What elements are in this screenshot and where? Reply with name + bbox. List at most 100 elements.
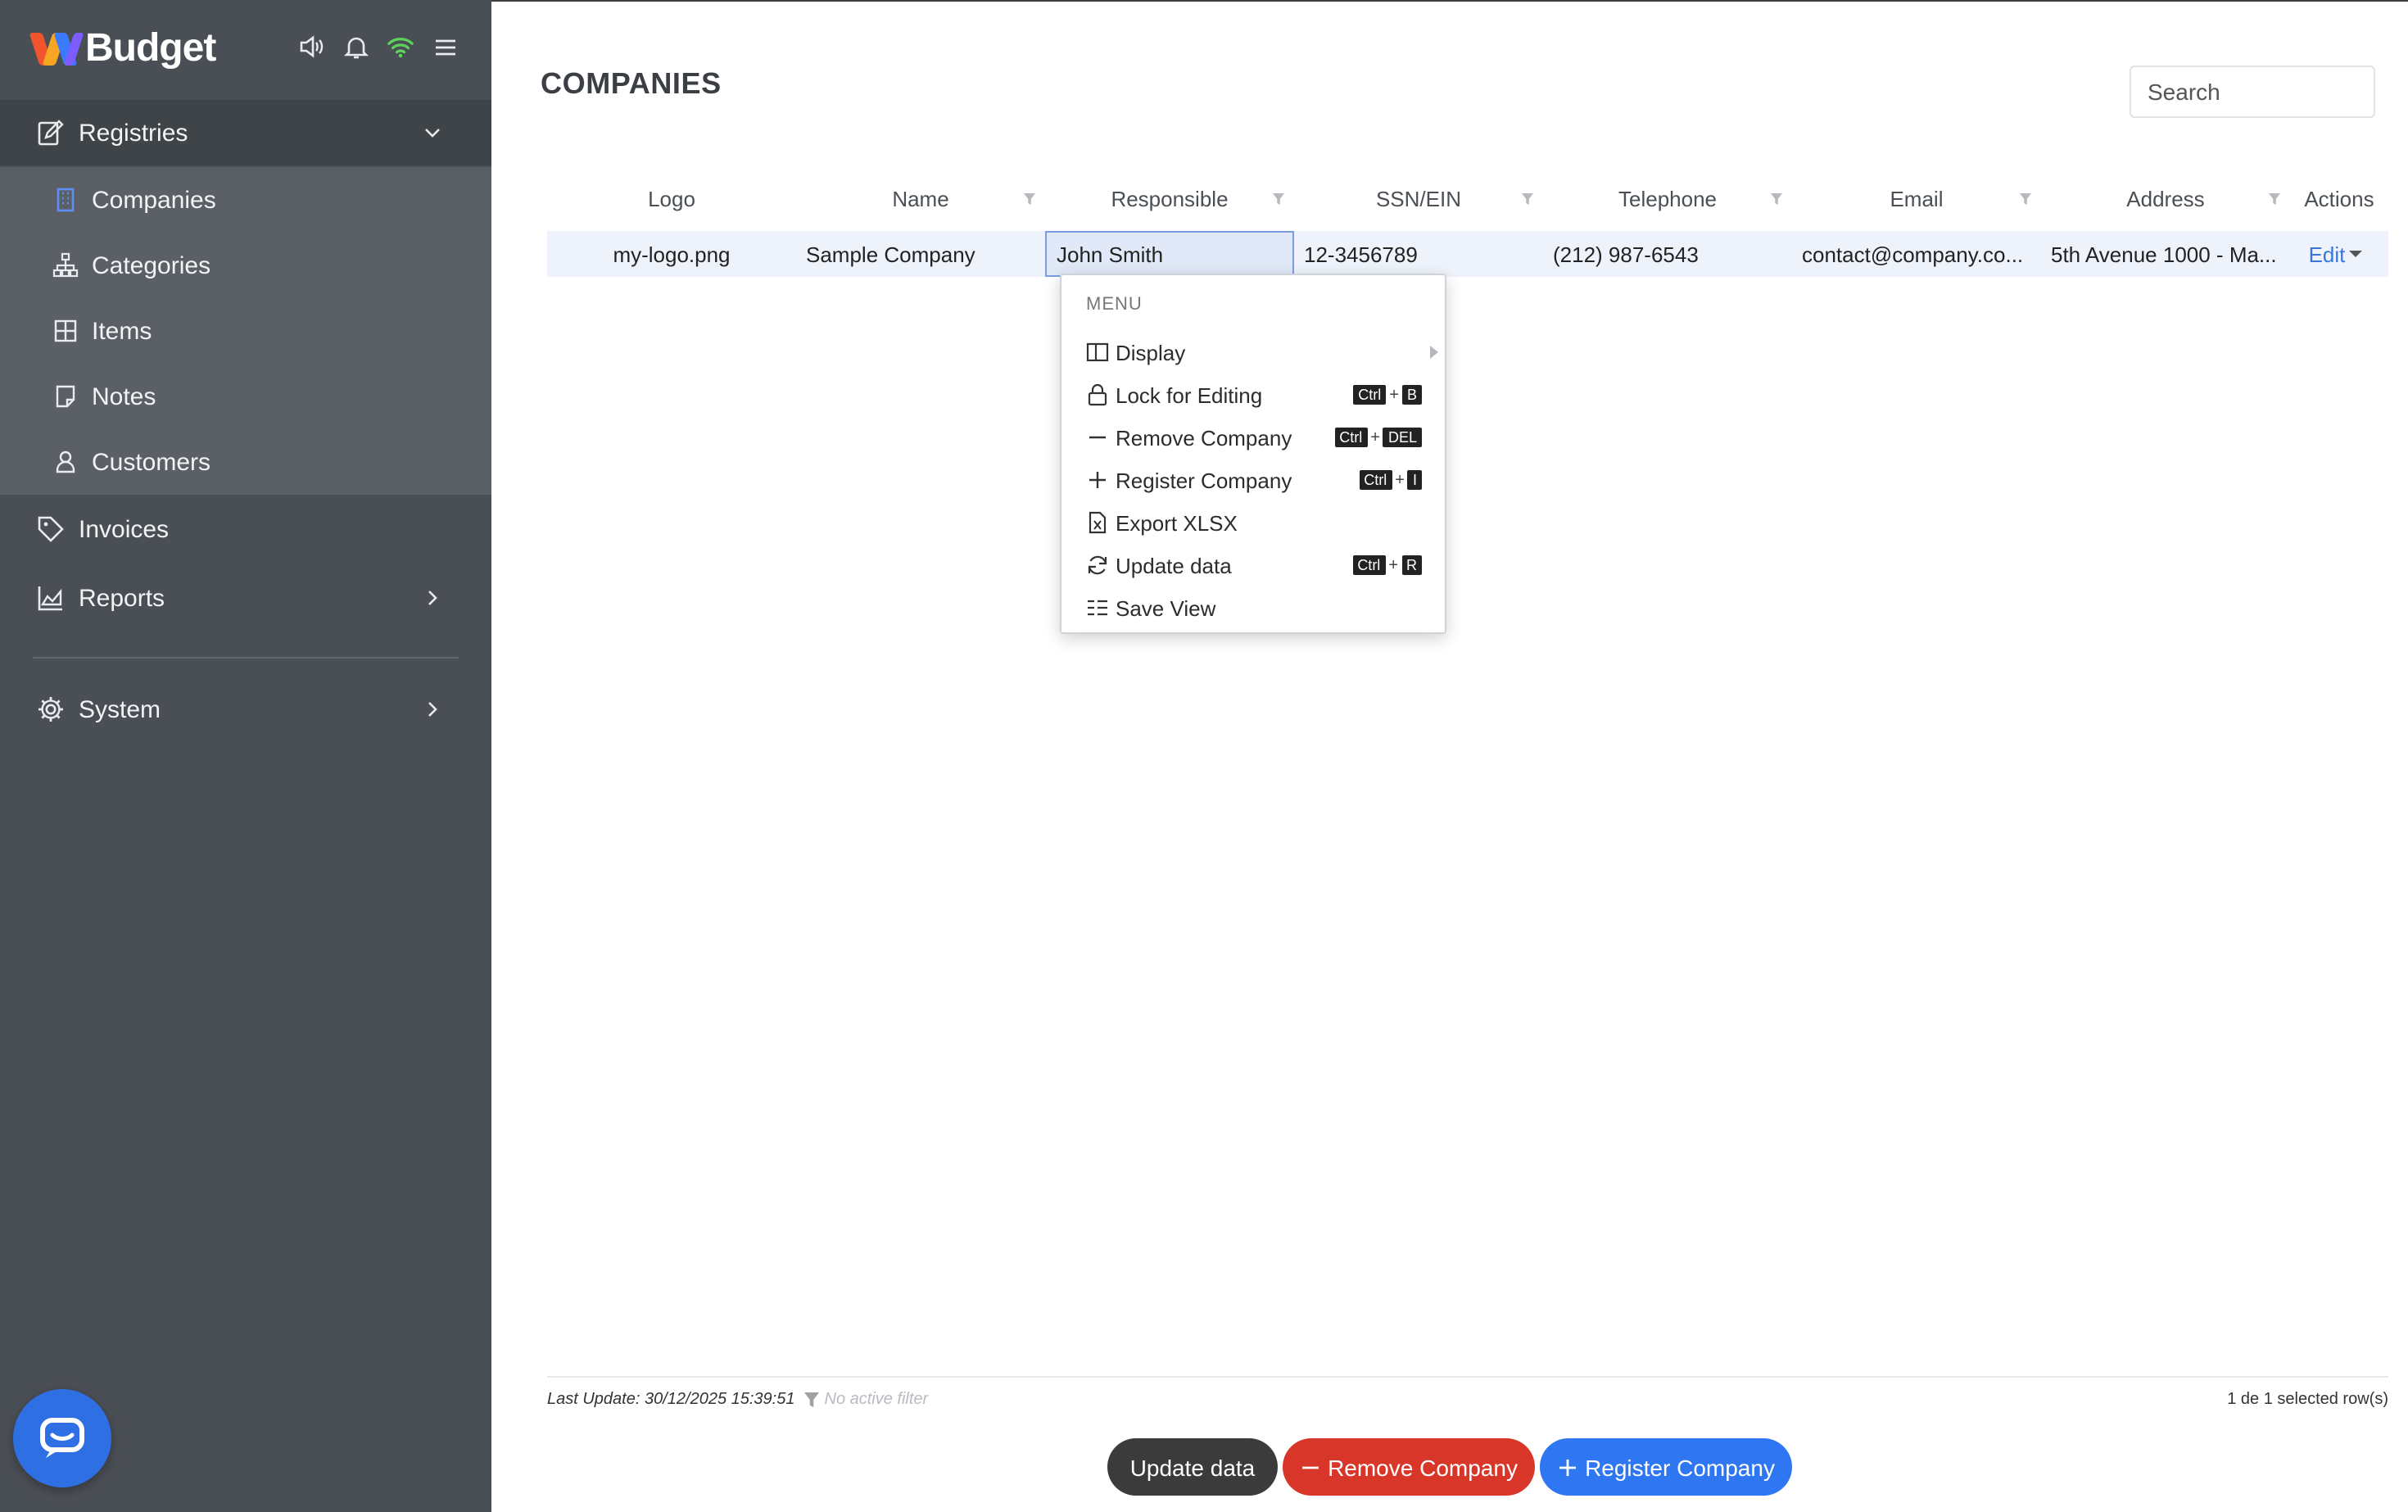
cell-telephone[interactable]: (212) 987-6543 (1543, 231, 1792, 277)
nav-registries[interactable]: Registries (0, 100, 491, 165)
plus-icon (1559, 1459, 1576, 1475)
brand-logo[interactable]: Budget (29, 26, 216, 72)
menu-item-label: Remove Company (1116, 425, 1292, 450)
sidebar-item-notes[interactable]: Notes (0, 364, 491, 429)
row-dropdown-caret-icon[interactable] (2349, 251, 2362, 257)
main-content: COMPANIES Logo Name Responsible SSN/EIN … (491, 0, 2408, 1512)
cell-address[interactable]: 5th Avenue 1000 - Ma... (2041, 231, 2290, 277)
nav-reports[interactable]: Reports (0, 565, 491, 631)
sidebar-item-label: Companies (92, 186, 216, 214)
menu-item-remove-company[interactable]: Remove Company Ctrl + DEL (1061, 416, 1448, 459)
cell-ssn[interactable]: 12-3456789 (1294, 231, 1543, 277)
filter-icon[interactable] (2020, 193, 2031, 205)
minus-icon (1301, 1465, 1319, 1469)
sidebar-item-companies[interactable]: Companies (0, 167, 491, 233)
sidebar-item-items[interactable]: Items (0, 298, 491, 364)
menu-item-label: Register Company (1116, 468, 1292, 492)
list-view-icon (1088, 600, 1107, 616)
edit-document-icon (38, 120, 64, 146)
user-icon (56, 450, 75, 473)
registries-submenu: Companies Categories Items Notes Custome… (0, 167, 491, 495)
grid-icon (54, 319, 77, 342)
column-header-label: Logo (648, 186, 695, 211)
excel-file-icon (1089, 511, 1107, 534)
keyboard-shortcut: Ctrl + I (1359, 470, 1422, 490)
top-icon-bar (298, 33, 459, 61)
column-header-label: Name (892, 186, 949, 211)
filter-icon[interactable] (1024, 193, 1035, 205)
speaker-icon[interactable] (298, 33, 326, 61)
cell-email[interactable]: contact@company.co... (1792, 231, 2041, 277)
submenu-arrow-icon (1430, 346, 1438, 359)
keyboard-shortcut: Ctrl + DEL (1334, 428, 1422, 447)
menu-item-register-company[interactable]: Register Company Ctrl + I (1061, 459, 1448, 501)
menu-item-display[interactable]: Display (1061, 331, 1448, 373)
footer-divider (547, 1376, 2388, 1378)
remove-company-label: Remove Company (1328, 1454, 1518, 1480)
filter-icon[interactable] (1522, 193, 1533, 205)
sidebar-item-categories[interactable]: Categories (0, 233, 491, 298)
cell-responsible-selected[interactable]: John Smith (1045, 231, 1294, 277)
plus-icon (1089, 472, 1106, 488)
filter-icon[interactable] (1771, 193, 1782, 205)
register-company-button[interactable]: Register Company (1540, 1438, 1792, 1496)
brand-name: Budget (85, 26, 216, 70)
column-header-ssn[interactable]: SSN/EIN (1294, 175, 1543, 221)
menu-item-label: Export XLSX (1116, 510, 1238, 535)
table-row[interactable]: my-logo.png Sample Company John Smith 12… (547, 231, 2388, 277)
lock-icon (1088, 383, 1107, 406)
sidebar-item-label: Notes (92, 383, 156, 410)
wifi-icon[interactable] (387, 33, 414, 61)
column-header-address[interactable]: Address (2041, 175, 2290, 221)
menu-item-export-xlsx[interactable]: Export XLSX (1061, 501, 1448, 544)
column-header-label: Address (2126, 186, 2205, 211)
sidebar-divider (33, 657, 459, 659)
nav-system[interactable]: System (0, 677, 491, 742)
cell-name[interactable]: Sample Company (796, 231, 1045, 277)
logo-mark-icon (29, 29, 84, 69)
bell-icon[interactable] (342, 33, 370, 61)
chat-support-button[interactable] (13, 1389, 111, 1487)
nav-registries-label: Registries (79, 119, 188, 147)
filter-status-text: No active filter (824, 1391, 929, 1409)
edit-link[interactable]: Edit (2309, 242, 2346, 266)
filter-icon[interactable] (2269, 193, 2280, 205)
chevron-right-icon (428, 702, 437, 717)
remove-company-button[interactable]: Remove Company (1283, 1438, 1535, 1496)
menu-item-lock-for-editing[interactable]: Lock for Editing Ctrl + B (1061, 373, 1448, 416)
nav-invoices-label: Invoices (79, 515, 170, 543)
chevron-down-icon (425, 129, 440, 138)
column-header-name[interactable]: Name (796, 175, 1045, 221)
gear-icon (38, 697, 63, 722)
column-header-telephone[interactable]: Telephone (1543, 175, 1792, 221)
note-icon (56, 385, 75, 408)
filter-status: No active filter (804, 1391, 929, 1409)
context-menu: MENU Display Lock for Editing Ctrl + B Rem… (1060, 274, 1446, 634)
building-icon (57, 188, 75, 212)
column-header-responsible[interactable]: Responsible (1045, 175, 1294, 221)
sidebar-item-label: Categories (92, 251, 211, 279)
nav-invoices[interactable]: Invoices (0, 496, 491, 562)
tag-icon (38, 516, 64, 542)
cell-logo[interactable]: my-logo.png (547, 231, 796, 277)
minus-icon (1089, 436, 1106, 439)
menu-item-label: Update data (1116, 553, 1232, 577)
menu-item-save-view[interactable]: Save View (1061, 586, 1448, 629)
column-header-email[interactable]: Email (1792, 175, 2041, 221)
column-header-label: Email (1890, 186, 1944, 211)
column-header-label: Responsible (1111, 186, 1229, 211)
last-update-text: Last Update: 30/12/2025 15:39:51 (547, 1391, 795, 1409)
sidebar-item-label: Items (92, 317, 152, 345)
page-title: COMPANIES (541, 67, 722, 100)
nav-system-label: System (79, 695, 161, 723)
menu-item-update-data[interactable]: Update data Ctrl + R (1061, 544, 1448, 586)
menu-item-label: Display (1116, 340, 1186, 364)
filter-icon[interactable] (1273, 193, 1284, 205)
nav-reports-label: Reports (79, 584, 165, 612)
column-header-logo[interactable]: Logo (547, 175, 796, 221)
hamburger-menu-icon[interactable] (431, 33, 459, 61)
update-data-button[interactable]: Update data (1107, 1438, 1278, 1496)
menu-item-label: Lock for Editing (1116, 383, 1263, 407)
search-input[interactable] (2130, 66, 2375, 118)
sidebar-item-customers[interactable]: Customers (0, 429, 491, 495)
